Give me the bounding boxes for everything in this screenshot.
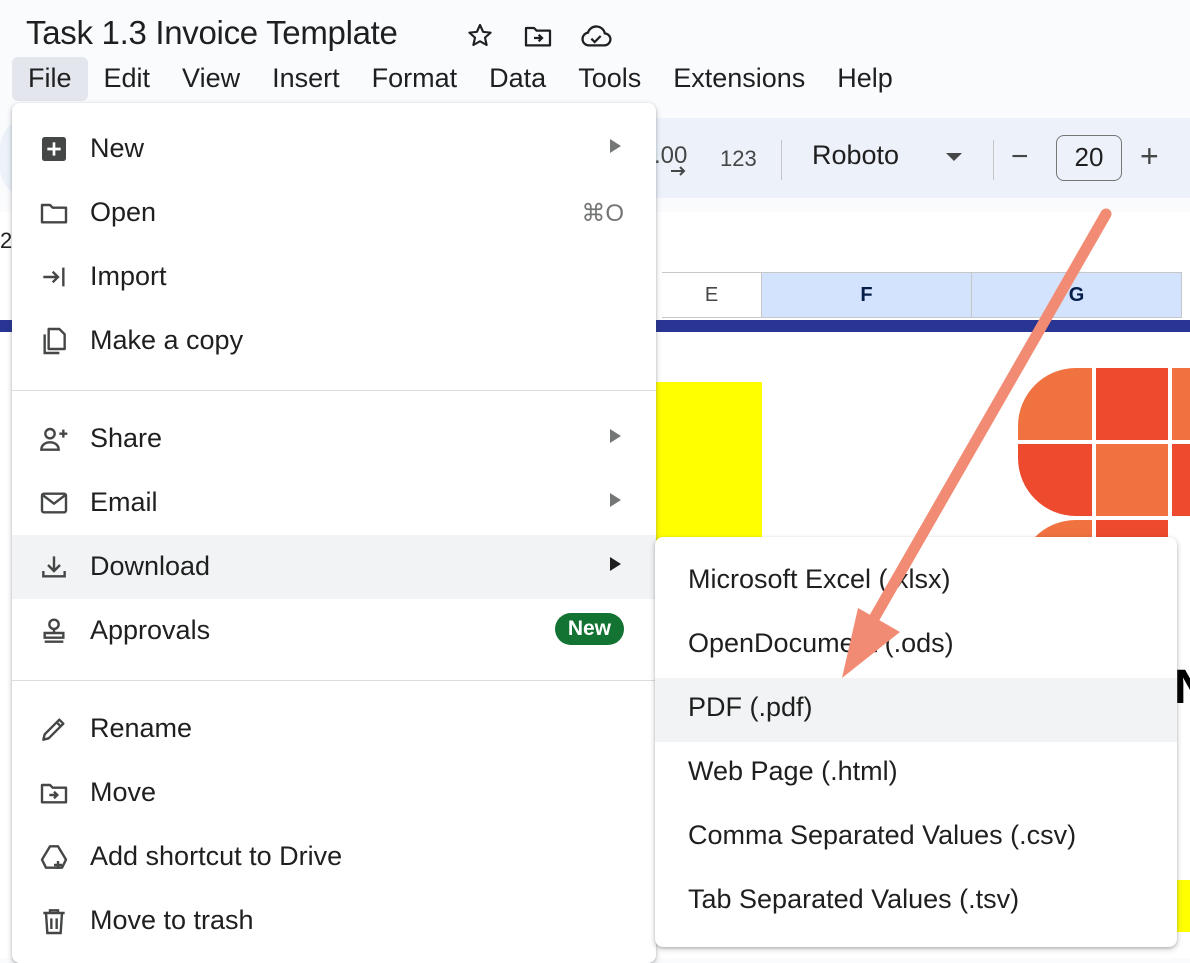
download-option-pdf[interactable]: PDF (.pdf)	[655, 678, 1177, 742]
menu-item-label: New	[90, 133, 145, 163]
move-folder-icon	[38, 777, 70, 809]
increase-decimal-button[interactable]: .00	[654, 142, 687, 176]
menu-item-open[interactable]: Open ⌘O	[12, 181, 656, 245]
download-option-csv[interactable]: Comma Separated Values (.csv)	[655, 806, 1177, 870]
menu-item-download[interactable]: Download	[12, 535, 656, 599]
toolbar-divider	[781, 140, 782, 180]
menu-insert[interactable]: Insert	[256, 57, 356, 101]
option-label: OpenDocument (.ods)	[688, 628, 954, 658]
menu-item-label: Email	[90, 487, 158, 517]
menu-item-label: Import	[90, 261, 167, 291]
menu-item-label: Open	[90, 197, 157, 227]
number-format-button[interactable]: 123	[720, 146, 757, 172]
submenu-arrow-icon	[610, 557, 621, 571]
column-header-g[interactable]: G	[972, 272, 1182, 318]
font-family-select[interactable]: Roboto	[812, 140, 899, 171]
menu-item-move-to-trash[interactable]: Move to trash	[12, 889, 656, 953]
menu-bar: File Edit View Insert Format Data Tools …	[12, 57, 909, 101]
title-icons	[462, 18, 614, 54]
menu-item-label: Add shortcut to Drive	[90, 841, 343, 871]
option-label: Web Page (.html)	[688, 756, 898, 786]
approvals-stamp-icon	[38, 615, 70, 647]
import-icon	[38, 261, 70, 293]
document-title[interactable]: Task 1.3 Invoice Template	[26, 14, 398, 52]
toolbar-divider	[993, 140, 994, 180]
menu-help[interactable]: Help	[821, 57, 909, 101]
menu-item-label: Move	[90, 777, 157, 807]
menu-item-label: Share	[90, 423, 163, 453]
folder-open-icon	[38, 197, 70, 229]
star-icon[interactable]	[462, 18, 498, 54]
menu-item-approvals[interactable]: Approvals New	[12, 599, 656, 663]
option-label: PDF (.pdf)	[688, 692, 813, 722]
download-option-html[interactable]: Web Page (.html)	[655, 742, 1177, 806]
column-header-e[interactable]: E	[662, 272, 762, 318]
yellow-cell-fill	[650, 382, 762, 542]
menu-item-new[interactable]: New	[12, 117, 656, 181]
menu-item-share[interactable]: Share	[12, 407, 656, 471]
menu-item-move[interactable]: Move	[12, 761, 656, 825]
menu-extensions[interactable]: Extensions	[657, 57, 821, 101]
file-menu: New Open ⌘O Import Make a copy Share Ema…	[12, 103, 656, 963]
option-label: Microsoft Excel (.xlsx)	[688, 564, 951, 594]
menu-divider	[12, 680, 656, 681]
menu-view[interactable]: View	[166, 57, 256, 101]
menu-item-make-a-copy[interactable]: Make a copy	[12, 309, 656, 373]
trash-icon	[38, 905, 70, 937]
share-person-icon	[38, 423, 70, 455]
menu-item-email[interactable]: Email	[12, 471, 656, 535]
column-header-f[interactable]: F	[762, 272, 972, 318]
menu-item-add-shortcut[interactable]: Add shortcut to Drive	[12, 825, 656, 889]
download-option-xlsx[interactable]: Microsoft Excel (.xlsx)	[655, 550, 1177, 614]
menu-divider	[12, 390, 656, 391]
email-icon	[38, 487, 70, 519]
menu-item-rename[interactable]: Rename	[12, 697, 656, 761]
download-option-tsv[interactable]: Tab Separated Values (.tsv)	[655, 870, 1177, 934]
shortcut-label: ⌘O	[581, 200, 624, 227]
submenu-arrow-icon	[610, 493, 621, 507]
download-option-ods[interactable]: OpenDocument (.ods)	[655, 614, 1177, 678]
menu-item-label: Download	[90, 551, 211, 581]
font-size-increase-button[interactable]: +	[1140, 138, 1159, 175]
submenu-arrow-icon	[610, 139, 621, 153]
new-badge: New	[554, 613, 624, 645]
menu-file[interactable]: File	[12, 57, 88, 101]
menu-item-label: Move to trash	[90, 905, 254, 935]
submenu-arrow-icon	[610, 429, 621, 443]
font-size-input[interactable]: 20	[1056, 135, 1122, 181]
drive-shortcut-icon	[38, 841, 70, 873]
menu-item-label: Approvals	[90, 615, 211, 645]
menu-item-label: Rename	[90, 713, 193, 743]
font-size-decrease-button[interactable]: −	[1011, 140, 1029, 174]
download-submenu: Microsoft Excel (.xlsx) OpenDocument (.o…	[655, 537, 1177, 947]
option-label: Tab Separated Values (.tsv)	[688, 884, 1020, 914]
menu-item-import[interactable]: Import	[12, 245, 656, 309]
chevron-down-icon[interactable]	[946, 153, 962, 161]
move-folder-icon[interactable]	[520, 18, 556, 54]
menu-item-label: Make a copy	[90, 325, 244, 355]
copy-icon	[38, 325, 70, 357]
cell-reference-fragment: 2	[0, 228, 13, 253]
menu-format[interactable]: Format	[356, 57, 474, 101]
cloud-saved-icon[interactable]	[578, 18, 614, 54]
new-sheet-icon	[38, 133, 70, 165]
menu-edit[interactable]: Edit	[88, 57, 167, 101]
pencil-icon	[38, 713, 70, 745]
option-label: Comma Separated Values (.csv)	[688, 820, 1077, 850]
download-icon	[38, 551, 70, 583]
menu-tools[interactable]: Tools	[562, 57, 657, 101]
menu-data[interactable]: Data	[473, 57, 562, 101]
